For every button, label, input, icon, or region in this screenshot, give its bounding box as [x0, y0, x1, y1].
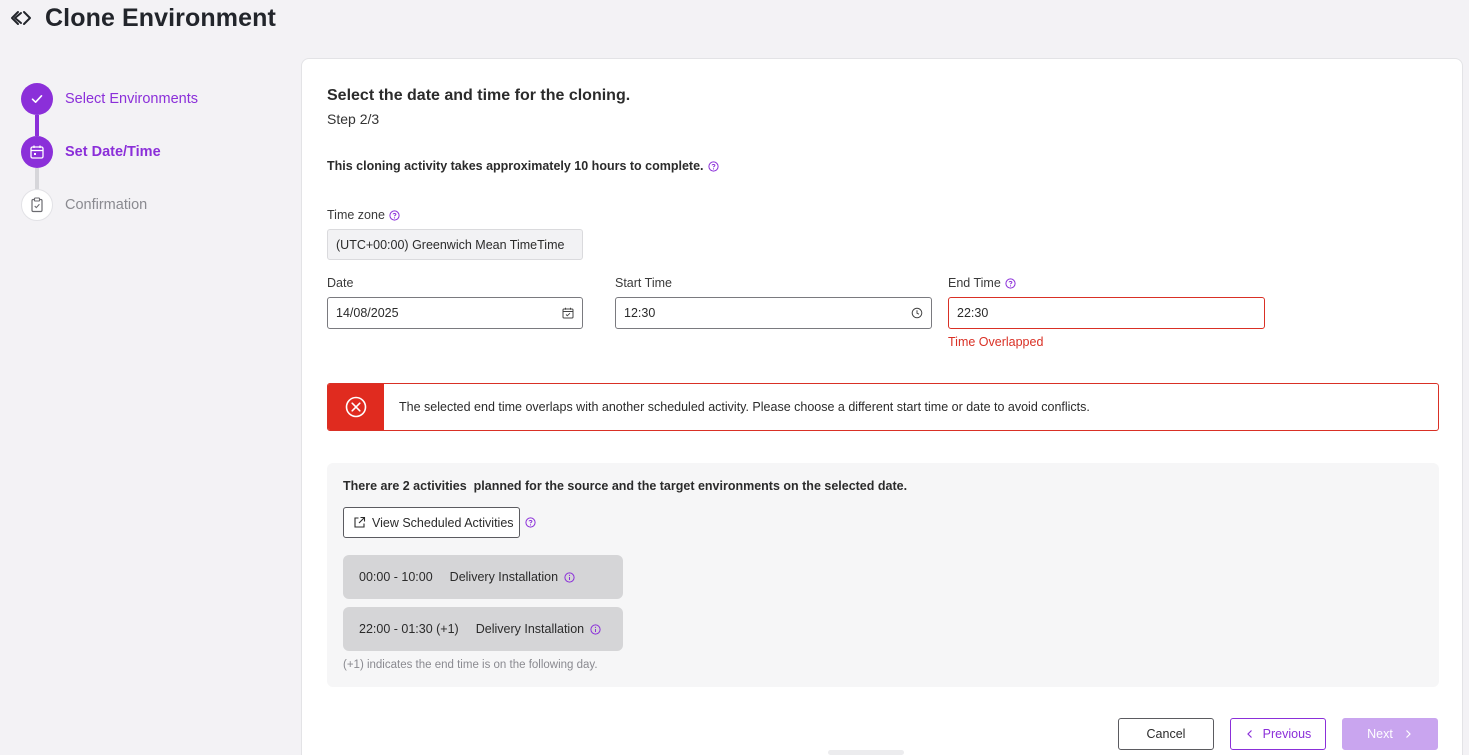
error-alert: The selected end time overlaps with anot…	[327, 383, 1439, 431]
step-label: Set Date/Time	[65, 144, 161, 160]
activities-title: There are 2 activities planned for the s…	[343, 479, 908, 493]
next-button[interactable]: Next	[1342, 718, 1438, 750]
calendar-icon	[21, 136, 53, 168]
step-connector	[35, 115, 39, 136]
step-select-environments[interactable]: Select Environments	[21, 83, 281, 115]
end-time-label: End Time	[948, 276, 1016, 290]
view-scheduled-activities-button[interactable]: View Scheduled Activities	[343, 507, 520, 538]
previous-button-label: Previous	[1262, 727, 1312, 741]
step-confirmation[interactable]: Confirmation	[21, 189, 281, 221]
help-icon[interactable]	[525, 517, 536, 528]
help-icon[interactable]	[389, 209, 400, 221]
page-header: Clone Environment	[10, 2, 276, 34]
start-time-value: 12:30	[624, 306, 656, 320]
scheduled-activities-panel: There are 2 activities planned for the s…	[327, 463, 1439, 687]
check-icon	[21, 83, 53, 115]
step-label: Confirmation	[65, 197, 148, 213]
duration-note: This cloning activity takes approximatel…	[327, 159, 719, 173]
chevron-left-icon	[1245, 729, 1255, 739]
timezone-label: Time zone	[327, 208, 400, 222]
external-link-icon	[353, 516, 366, 529]
calendar-icon[interactable]	[562, 307, 574, 319]
activity-item: 22:00 - 01:30 (+1) Delivery Installation	[343, 607, 623, 651]
step-label: Select Environments	[65, 91, 198, 107]
activity-time: 22:00 - 01:30 (+1)	[359, 622, 459, 636]
alert-message: The selected end time overlaps with anot…	[399, 400, 1090, 414]
code-arrows-icon[interactable]	[10, 7, 32, 29]
duration-note-text: This cloning activity takes approximatel…	[327, 159, 704, 173]
step-connector	[35, 168, 39, 189]
previous-button[interactable]: Previous	[1230, 718, 1326, 750]
activity-name: Delivery Installation	[449, 570, 559, 584]
activity-item: 00:00 - 10:00 Delivery Installation	[343, 555, 623, 599]
view-button-label: View Scheduled Activities	[372, 515, 514, 530]
step-indicator: Step 2/3	[327, 111, 380, 127]
end-time-label-text: End Time	[948, 276, 1001, 290]
page-title: Clone Environment	[45, 3, 276, 32]
start-time-label: Start Time	[615, 276, 672, 290]
help-icon[interactable]	[707, 160, 719, 172]
info-icon[interactable]	[564, 571, 575, 583]
clipboard-icon	[21, 189, 53, 221]
timezone-field: (UTC+00:00) Greenwich Mean TimeTime	[327, 229, 583, 260]
step-set-date-time[interactable]: Set Date/Time	[21, 136, 281, 168]
end-time-error: Time Overlapped	[948, 335, 1044, 349]
clock-icon[interactable]	[911, 307, 923, 319]
info-icon[interactable]	[590, 623, 601, 635]
error-circle-icon	[328, 384, 384, 430]
end-time-input[interactable]: 22:30	[948, 297, 1265, 329]
cancel-button[interactable]: Cancel	[1118, 718, 1214, 750]
timezone-label-text: Time zone	[327, 208, 385, 222]
scroll-indicator	[828, 750, 904, 755]
date-label: Date	[327, 276, 354, 290]
help-icon[interactable]	[1005, 277, 1016, 289]
next-button-label: Next	[1367, 727, 1393, 741]
section-title: Select the date and time for the cloning…	[327, 87, 631, 104]
activities-note: (+1) indicates the end time is on the fo…	[343, 659, 598, 671]
date-value: 14/08/2025	[336, 306, 399, 320]
date-input[interactable]: 14/08/2025	[327, 297, 583, 329]
end-time-value: 22:30	[957, 306, 989, 320]
chevron-right-icon	[1403, 729, 1413, 739]
start-time-input[interactable]: 12:30	[615, 297, 932, 329]
activity-time: 00:00 - 10:00	[359, 570, 433, 584]
main-card: Select the date and time for the cloning…	[301, 58, 1463, 755]
activity-name: Delivery Installation	[475, 622, 585, 636]
